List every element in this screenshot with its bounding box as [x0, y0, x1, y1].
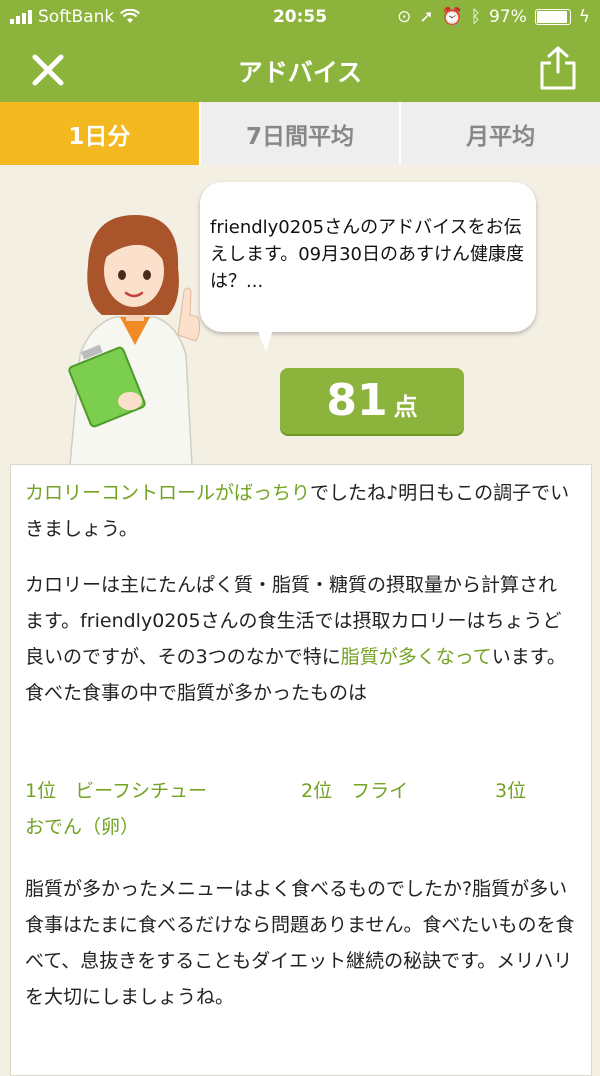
- bluetooth-icon: ᛒ: [470, 7, 481, 27]
- health-score-value: 81: [326, 375, 388, 426]
- charging-icon: ϟ: [578, 7, 590, 27]
- advice-paragraph-2: カロリーは主にたんぱく質・脂質・糖質の摂取量から計算されます。friendly0…: [25, 567, 575, 711]
- page-title: アドバイス: [237, 58, 363, 87]
- rotation-lock-icon: ⊙: [397, 7, 412, 27]
- advice-paragraph-1: カロリーコントロールがばっちりでしたね♪明日もこの調子でいきましょう。: [25, 475, 575, 547]
- tab-7day-average[interactable]: 7日間平均: [198, 102, 400, 165]
- health-score-badge: 81 点: [280, 368, 464, 434]
- tab-monthly-average[interactable]: 月平均: [399, 102, 600, 165]
- advice-paragraph-3: 脂質が多かったメニューはよく食べるものでしたか?脂質が多い食事はたまに食べるだけ…: [25, 878, 575, 1008]
- tab-daily[interactable]: 1日分: [0, 102, 199, 165]
- nav-bar: アドバイス: [0, 36, 600, 102]
- bubble-message: friendly0205さんのアドバイスをお伝えします。09月30日のあすけん健…: [210, 217, 525, 292]
- fat-ranking-list-cont: おでん（卵）: [25, 809, 585, 845]
- battery-percent: 97%: [488, 7, 527, 27]
- status-bar: SoftBank 20:55 ⊙ ➚ ⏰ ᛒ 97% ϟ: [0, 0, 600, 36]
- ranking-item-2: 2位 フライ: [301, 780, 409, 802]
- period-tabs: 1日分 7日間平均 月平均: [0, 102, 600, 165]
- advisor-illustration: [68, 215, 201, 465]
- share-button[interactable]: [536, 44, 580, 92]
- alarm-icon: ⏰: [441, 7, 463, 27]
- battery-icon: [534, 9, 571, 25]
- bubble-tail: [256, 326, 274, 352]
- ranking-item-3-rank: 3位: [495, 780, 527, 802]
- share-icon: [540, 46, 576, 90]
- status-right: ⊙ ➚ ⏰ ᛒ 97% ϟ: [397, 7, 590, 27]
- advice-highlight-fat: 脂質が多くなって: [340, 646, 492, 668]
- speech-bubble: friendly0205さんのアドバイスをお伝えします。09月30日のあすけん健…: [200, 182, 536, 332]
- advice-highlight-calorie: カロリーコントロールがばっちり: [25, 482, 311, 504]
- ranking-item-3-name: おでん（卵）: [25, 816, 140, 838]
- health-score-unit: 点: [393, 393, 418, 421]
- ranking-item-1: 1位 ビーフシチュー: [25, 780, 207, 802]
- location-icon: ➚: [419, 7, 434, 27]
- advice-card: カロリーコントロールがばっちりでしたね♪明日もこの調子でいきましょう。 カロリー…: [10, 464, 592, 1076]
- fat-ranking-list: 1位 ビーフシチュー 2位 フライ 3位: [25, 773, 585, 809]
